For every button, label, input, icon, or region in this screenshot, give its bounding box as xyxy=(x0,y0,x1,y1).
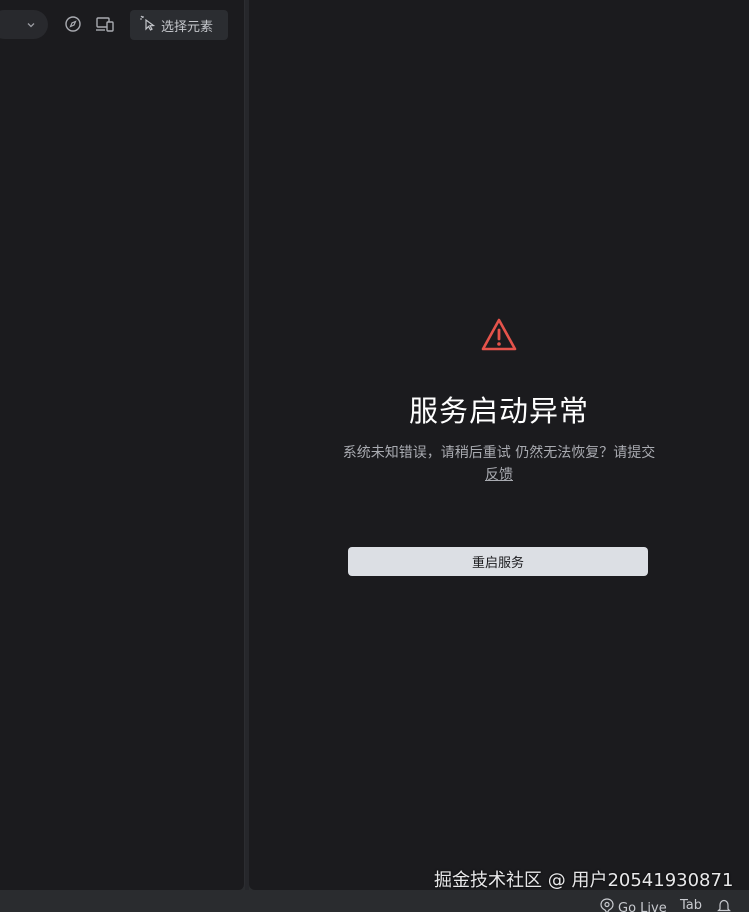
compass-icon[interactable] xyxy=(62,13,84,35)
select-element-label: 选择元素 xyxy=(161,19,214,35)
go-live-button[interactable]: Go Live xyxy=(600,898,667,912)
watermark: 掘金技术社区 @ 用户20541930871 xyxy=(434,870,734,891)
chevron-down-icon xyxy=(26,15,36,34)
left-panel: 选择元素 xyxy=(0,0,245,890)
error-description: 系统未知错误，请稍后重试 仍然无法恢复？请提交 反馈 xyxy=(329,442,669,486)
tab-indicator[interactable]: Tab xyxy=(680,898,702,912)
page-dropdown[interactable] xyxy=(0,10,48,39)
broadcast-icon xyxy=(600,898,614,912)
bell-icon[interactable] xyxy=(717,898,731,912)
tab-label: Tab xyxy=(680,898,703,912)
error-title: 服务启动异常 xyxy=(408,394,589,428)
cursor-select-icon xyxy=(139,14,157,36)
restart-service-button[interactable]: 重启服务 xyxy=(348,547,648,576)
preview-panel: 服务启动异常 系统未知错误，请稍后重试 仍然无法恢复？请提交 反馈 重启服务 xyxy=(249,0,749,890)
status-bar: Go Live Tab xyxy=(0,890,749,912)
feedback-link[interactable]: 反馈 xyxy=(485,467,513,483)
go-live-label: Go Live xyxy=(618,900,667,912)
error-description-text: 系统未知错误，请稍后重试 仍然无法恢复？请提交 xyxy=(342,445,656,461)
error-state: 服务启动异常 系统未知错误，请稍后重试 仍然无法恢复？请提交 反馈 xyxy=(249,316,749,486)
devices-icon[interactable] xyxy=(94,13,116,35)
app-window: 选择元素 服务启动异常 系统未知错误，请稍后重试 仍然无法恢复？请提交 反馈 重… xyxy=(0,0,749,912)
warning-icon xyxy=(480,316,518,354)
select-element-button[interactable]: 选择元素 xyxy=(130,10,228,40)
